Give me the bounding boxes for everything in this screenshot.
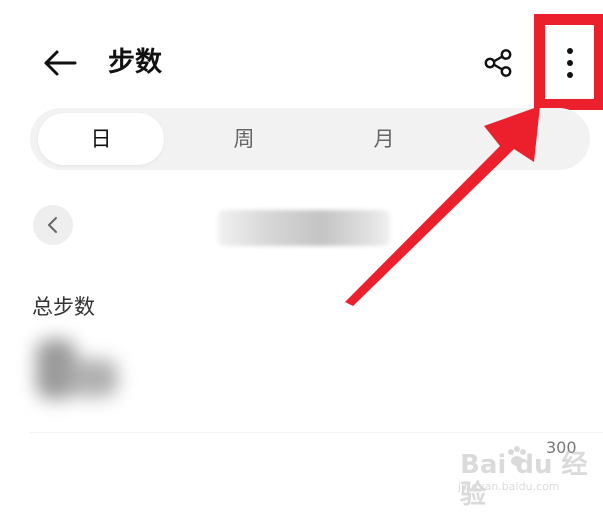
more-vertical-icon (567, 48, 573, 78)
page-title: 步数 (108, 47, 162, 78)
period-tab-bar: 日 周 月 (30, 108, 590, 170)
baidu-jingyan-watermark: Bai du 经验 jingyan.baidu.com (430, 440, 590, 510)
total-steps-label: 总步数 (32, 295, 95, 319)
previous-date-button[interactable] (33, 205, 73, 245)
date-label-blurred (218, 210, 390, 246)
arrow-left-icon (44, 50, 77, 76)
tab-month[interactable]: 月 (344, 108, 424, 170)
share-button[interactable] (482, 47, 514, 79)
tab-week[interactable]: 周 (204, 108, 284, 170)
share-icon (484, 49, 512, 77)
watermark-url: jingyan.baidu.com (458, 480, 560, 493)
back-button[interactable] (42, 48, 78, 78)
more-options-button[interactable] (560, 46, 580, 80)
total-steps-value-blurred (22, 335, 132, 403)
tab-day[interactable]: 日 (61, 108, 141, 170)
chevron-left-icon (48, 217, 57, 233)
